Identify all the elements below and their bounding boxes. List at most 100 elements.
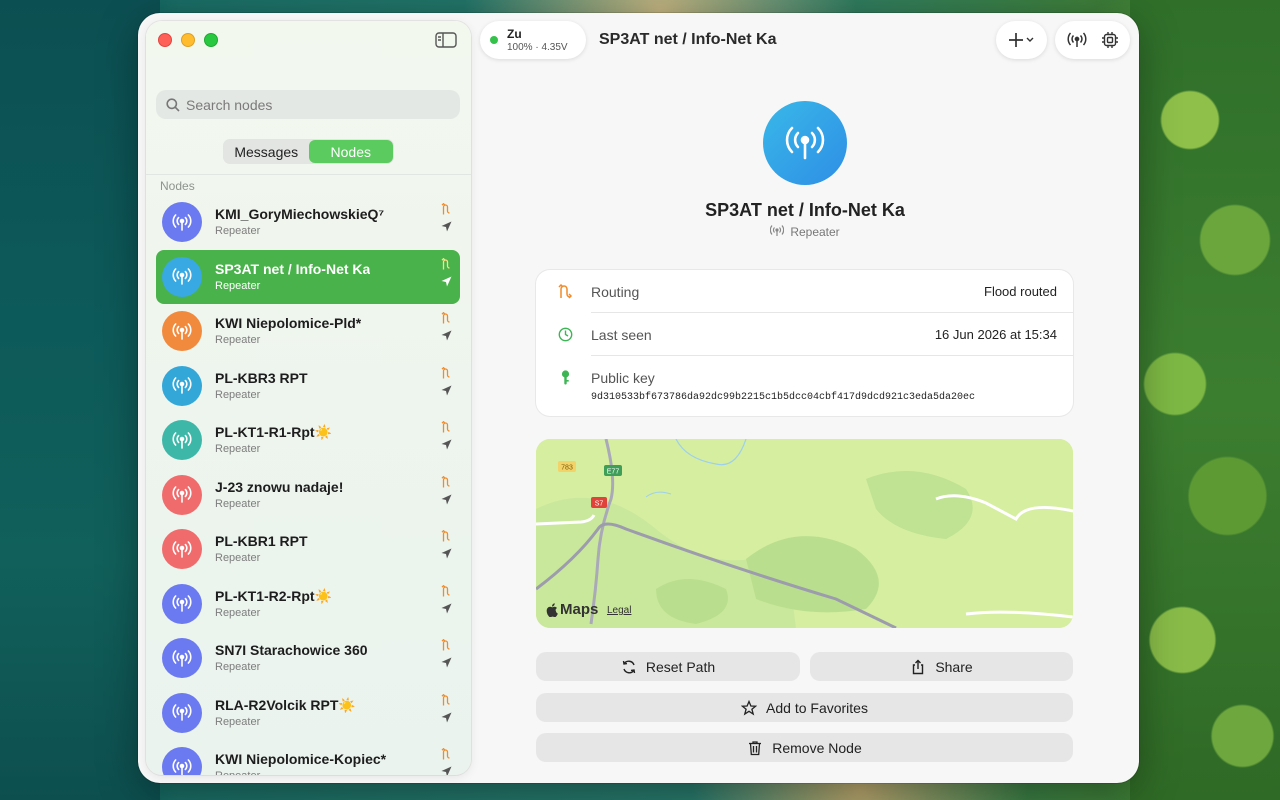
node-avatar [162,202,202,242]
node-type: Repeater [215,606,261,619]
search-field[interactable] [156,90,460,119]
node-name: KMI_GoryMiechowskieQ⁷ [215,206,385,222]
view-segmented-control: Messages Nodes [223,139,394,164]
location-map[interactable]: 783 E77 S7 Maps Legal [536,439,1073,628]
node-title: SP3AT net / Info-Net Ka [705,200,905,220]
node-name: KWI Niepolomice-Pld* [215,315,362,331]
route-icon [441,203,450,215]
antenna-icon [172,704,192,721]
node-type: Repeater [215,661,261,673]
node-avatar [763,101,847,185]
node-avatar [162,529,202,569]
location-arrow-icon [441,276,452,286]
search-input[interactable] [186,96,446,113]
route-icon [558,284,573,299]
node-list-item[interactable]: PL-KT1-R2-Rpt☀️ Repeater [156,577,460,632]
sidebar-toggle-icon[interactable] [435,32,457,48]
tab-nodes[interactable]: Nodes [308,140,393,163]
add-to-favorites-label: Add to Favorites [766,699,868,716]
window-controls [158,33,218,47]
node-name: KWI Niepolomice-Kopiec* [215,751,387,767]
node-list-item[interactable]: PL-KBR3 RPT Repeater [156,359,460,414]
public-key-value[interactable]: 9d310533bf673786da92dc99b2215c1b5dcc04cb… [591,392,975,403]
node-list-item[interactable]: PL-KBR1 RPT Repeater [156,522,460,577]
routing-row: Routing Flood routed [536,270,1073,313]
node-list-item[interactable]: RLA-R2Volcik RPT☀️ Repeater [156,686,460,741]
node-list-item[interactable]: KWI Niepolomice-Kopiec* Repeater [156,740,460,775]
location-arrow-icon [441,766,452,775]
zoom-window-button[interactable] [204,33,218,47]
map-legal-link[interactable]: Legal [607,605,631,616]
connection-status-dot [490,36,498,44]
node-list-item[interactable]: PL-KT1-R1-Rpt☀️ Repeater [156,413,460,468]
remove-node-button[interactable]: Remove Node [536,733,1073,762]
app-window: Messages Nodes Nodes KMI_GoryMiechowskie… [138,13,1139,783]
antenna-icon [172,540,192,558]
node-type: Repeater [215,225,261,237]
route-icon [441,693,450,705]
antenna-icon [172,486,192,503]
node-type: Repeater [215,497,261,510]
device-status-pill[interactable]: Zu 100% · 4.35V [480,21,586,59]
antenna-icon [172,322,192,340]
node-name: J-23 znowu nadaje! [215,478,344,495]
reset-path-label: Reset Path [645,658,716,675]
chip-icon[interactable] [1101,31,1119,49]
route-icon [441,312,450,324]
node-list-item[interactable]: J-23 znowu nadaje! Repeater [156,468,460,523]
node-type: Repeater [215,279,261,292]
node-name: SN7I Starachowice 360 [215,642,368,658]
last-seen-value: 16 Jun 2026 at 15:34 [934,327,1057,342]
node-list-item[interactable]: KWI Niepolomice-Pld* Repeater [156,304,460,359]
add-menu-button[interactable] [996,21,1047,59]
tab-messages[interactable]: Messages [224,140,309,163]
antenna-icon [172,595,192,612]
road-label: 783 [561,465,573,472]
share-button[interactable]: Share [810,652,1073,681]
share-icon [913,659,924,674]
minimize-window-button[interactable] [181,33,195,47]
node-list-item[interactable]: KMI_GoryMiechowskieQ⁷ Repeater [156,195,460,250]
location-arrow-icon [441,385,452,395]
node-avatar [162,638,202,678]
node-type: Repeater [618,225,992,239]
route-icon [441,584,450,596]
node-type-label: Repeater [790,225,840,239]
last-seen-row: Last seen 16 Jun 2026 at 15:34 [536,313,1073,356]
close-window-button[interactable] [158,33,172,47]
node-avatar [162,365,202,406]
antenna-icon [172,377,192,394]
clock-icon [558,327,573,342]
node-list: KMI_GoryMiechowskieQ⁷ Repeater SP3AT net… [156,195,460,775]
sidebar: Messages Nodes Nodes KMI_GoryMiechowskie… [146,21,471,775]
node-type: Repeater [215,334,261,346]
antenna-icon[interactable] [1066,32,1087,48]
antenna-small-icon [770,225,785,236]
location-arrow-icon [441,221,452,232]
node-type: Repeater [215,443,261,455]
route-icon [441,748,450,760]
public-key-label: Public key [591,370,655,386]
node-list-item[interactable]: SP3AT net / Info-Net Ka Repeater [156,249,460,304]
antenna-icon [172,431,192,449]
plus-icon [1008,33,1033,47]
desktop-wallpaper-forest [1130,0,1280,800]
section-label: Nodes [160,179,195,193]
location-arrow-icon [441,712,452,722]
battery-status: 100% · 4.35V [507,42,568,53]
last-seen-label: Last seen [591,327,652,343]
route-icon [441,475,450,487]
search-icon [166,97,180,112]
add-to-favorites-button[interactable]: Add to Favorites [536,693,1073,722]
node-list-item[interactable]: SN7I Starachowice 360 Repeater [156,631,460,686]
node-type: Repeater [215,552,261,564]
location-arrow-icon [441,548,452,559]
desktop-wallpaper-sea [0,0,160,800]
node-info-card: Routing Flood routed Last seen 16 Jun 20… [536,270,1073,416]
remove-node-label: Remove Node [772,739,862,756]
antenna-icon [172,213,192,231]
toolbar-actions [1055,21,1130,59]
location-arrow-icon [441,603,452,613]
device-name: Zu [507,27,522,41]
reset-path-button[interactable]: Reset Path [536,652,800,681]
